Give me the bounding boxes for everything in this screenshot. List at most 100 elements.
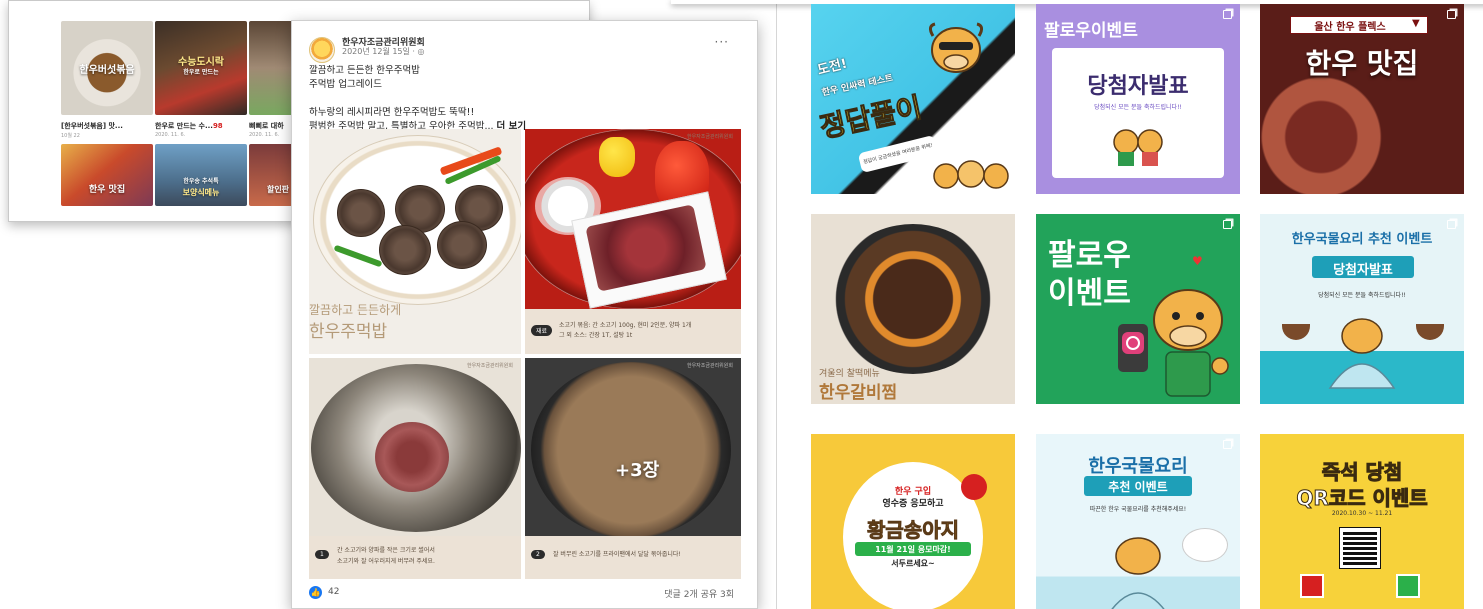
- facebook-post-card: 한우자조금관리위원회 2020년 12월 15일 · ◎ ··· 깔끔하고 든든…: [291, 20, 758, 609]
- globe-icon: ◎: [417, 47, 425, 56]
- instagram-feed-grid: 도전! 한우 인싸력 테스트 정답풀이 정답이 궁금하셨을 여러분을 위해! 팔…: [671, 0, 1483, 609]
- blog-card-beef-mushroom[interactable]: 한우버섯볶음: [61, 21, 153, 115]
- post-headline: 추천 이벤트: [1108, 480, 1168, 494]
- cow-thumbs-up-icon: [1153, 289, 1229, 397]
- brand-watermark: 한우자조금관리위원회: [686, 363, 733, 369]
- prize-badge-icon: [961, 474, 987, 500]
- qr-code-icon: [1339, 527, 1381, 569]
- brand-watermark: 한우자조금관리위원회: [466, 363, 513, 369]
- photo-overlay-line2: 한우주먹밥: [309, 322, 388, 342]
- post-top-text: 도전!: [816, 56, 849, 79]
- rice-ball: [437, 221, 487, 269]
- photo-overlay-line1: 깔끔하고 든든하게: [309, 303, 402, 317]
- blog-card-date: 2020. 11. 6.: [249, 132, 280, 138]
- page-avatar[interactable]: [309, 37, 335, 63]
- post-photo-ingredients[interactable]: 재료 소고기 볶음: 간 소고기 100g, 현미 2인분, 양파 1개 그 외…: [525, 129, 741, 354]
- ig-post-follow-winners[interactable]: 팔로우이벤트 당첨자발표 당첨되신 모든 분들 축하드립니다!!: [1036, 4, 1240, 194]
- post-headline: 당첨자발표: [1087, 74, 1189, 99]
- post-top-text: 한우국물요리 추천 이벤트: [1291, 232, 1433, 247]
- blog-card-title[interactable]: 한우로 만드는 수...98: [155, 121, 247, 131]
- caption-line2: 소고기와 잘 어우러지게 버무려 주세요.: [337, 558, 435, 565]
- ig-post-soup-recommend[interactable]: 한우국물요리 추천 이벤트 따끈한 한우 국물요리를 추천해주세요!: [1036, 434, 1240, 609]
- card-overlay-text: 보양식메뉴: [182, 188, 220, 197]
- post-top-text: 한우국물요리: [1088, 456, 1188, 477]
- like-thumb-icon[interactable]: 👍: [309, 586, 322, 599]
- blog-card-title-text: 한우로 만드는 수...: [155, 122, 213, 130]
- blog-card-date: 2020. 11. 6.: [155, 132, 186, 138]
- ig-post-soup-winners[interactable]: 한우국물요리 추천 이벤트 당첨자발표 당첨되신 모든 분들 축하드립니다!!: [1260, 214, 1464, 404]
- ig-post-golden-calf[interactable]: 한우 구입 영수증 응모하고 황금송아지 11월 21일 응모마감! 서두르세요…: [811, 434, 1015, 609]
- chevron-down-icon: ▼: [1412, 18, 1420, 29]
- rice-ball: [337, 189, 385, 237]
- comments-shares-count[interactable]: 댓글 2개 공유 3회: [664, 587, 734, 600]
- post-text-line: [309, 92, 526, 106]
- post-photo-grid: 깔끔하고 든든하게 한우주먹밥 재료 소고기 볶음: 간 소고기 100g, 현…: [309, 129, 741, 579]
- step-badge: 2: [531, 550, 545, 559]
- cow-blanket-icon: [1111, 537, 1165, 609]
- post-text-line: 깔끔하고 든든한 한우주먹밥: [309, 65, 420, 76]
- photo-caption-bar: 1 간 소고기와 양파를 작은 크기로 썰어서 소고기와 잘 어우러지게 버무려…: [309, 536, 521, 579]
- ig-post-quiz-answer[interactable]: 도전! 한우 인싸력 테스트 정답풀이 정답이 궁금하셨을 여러분을 위해!: [811, 4, 1015, 194]
- post-photo-rice-balls[interactable]: 깔끔하고 든든하게 한우주먹밥: [309, 129, 521, 354]
- caption-badge: 재료: [531, 325, 553, 336]
- ground-beef: [375, 422, 449, 492]
- multi-photo-icon: [1447, 10, 1456, 19]
- post-headline: QR코드 이벤트: [1296, 486, 1428, 511]
- post-text-line: 하누랑의 레시피라면 한우주먹밥도 뚝딱!!: [309, 107, 475, 118]
- yellow-pepper: [599, 137, 635, 177]
- galbijjim-bowl: [829, 224, 997, 374]
- post-photo-frying-pan[interactable]: +3장 2 잘 버무린 소고기를 프라이팬에서 달달 볶아줍니다! 한우자조금관…: [525, 358, 741, 579]
- like-count[interactable]: 42: [328, 587, 339, 597]
- blog-card-health-food[interactable]: 한우송 추석특 보양식메뉴: [155, 144, 247, 206]
- post-date[interactable]: 2020년 12월 15일 ·: [342, 47, 418, 56]
- heart-icon: ♥: [1192, 254, 1203, 268]
- post-line2: 영수증 응모하고: [882, 499, 944, 509]
- card-overlay-subtext: 한우송 추석특: [183, 178, 219, 185]
- post-top-text: 즉석 당첨: [1321, 460, 1403, 485]
- photo-caption-bar: 2 잘 버무린 소고기를 프라이팬에서 달달 볶아줍니다!: [525, 536, 741, 579]
- blog-card-hanwoo-restaurant[interactable]: 한우 맛집: [61, 144, 153, 206]
- card-overlay-text: 수능도시락: [178, 57, 224, 68]
- multi-photo-icon: [1447, 220, 1456, 229]
- brand-watermark: 한우자조금관리위원회: [686, 134, 733, 140]
- post-footer: 👍 42 댓글 2개 공유 3회: [309, 583, 740, 603]
- cow-couple-icon: [1113, 129, 1163, 166]
- ig-post-qr-event[interactable]: 즉석 당첨 QR코드 이벤트 2020.10.30 ~ 11.21: [1260, 434, 1464, 609]
- rice-ball: [379, 225, 431, 275]
- caption-line1: 간 소고기와 양파를 작은 크기로 썰어서: [337, 547, 435, 554]
- more-options-button[interactable]: ···: [715, 35, 729, 49]
- post-headline-line2: 이벤트: [1048, 276, 1131, 311]
- blog-card-lunchbox[interactable]: 수능도시락 한우로 만드는: [155, 21, 247, 115]
- post-top-text: 팔로우이벤트: [1044, 21, 1138, 41]
- post-headline: 한우갈비찜: [819, 383, 898, 403]
- caption-line1: 잘 버무린 소고기를 프라이팬에서 달달 볶아줍니다!: [553, 551, 681, 558]
- step-badge: 1: [315, 550, 329, 559]
- post-subtitle-2: 서두르세요~: [891, 559, 935, 568]
- blog-card-title[interactable]: [한우버섯볶음] 맛...: [61, 121, 153, 131]
- ig-post-ulsan-restaurant[interactable]: 울산 한우 플렉스 ▼ 한우 맛집: [1260, 4, 1464, 194]
- soup-bowl-icon: [1282, 324, 1310, 340]
- post-headline: 황금송아지: [867, 518, 960, 543]
- caption-line1: 소고기 볶음: 간 소고기 100g, 현미 2인분, 양파 1개: [559, 322, 692, 329]
- ig-post-follow-event[interactable]: 팔로우 이벤트 ♥: [1036, 214, 1240, 404]
- post-subtitle: 따끈한 한우 국물요리를 추천해주세요!: [1089, 506, 1187, 513]
- gift-icon: [1396, 574, 1420, 598]
- post-photo-mixing-bowl[interactable]: 1 간 소고기와 양파를 작은 크기로 썰어서 소고기와 잘 어우러지게 버무려…: [309, 358, 521, 579]
- speech-bubble: [1182, 528, 1228, 562]
- soup-bowl-icon: [1416, 324, 1444, 340]
- ig-post-galbijjim[interactable]: 겨울의 찰떡메뉴 한우갈비찜: [811, 214, 1015, 404]
- cow-family-icon: [933, 160, 1009, 189]
- post-subtitle: 당첨되신 모든 분들 축하드립니다!!: [1318, 292, 1406, 299]
- card-overlay-text: 한우 맛집: [88, 185, 126, 195]
- post-top-text: 울산 한우 플렉스: [1314, 22, 1386, 33]
- post-subtitle: 2020.10.30 ~ 11.21: [1331, 510, 1393, 517]
- post-subtitle: 11월 21일 응모마감!: [875, 545, 951, 554]
- screenshot-collage: 한우버섯볶음 [한우버섯볶음] 맛... 10월 22 수능도시락 한우로 만드…: [0, 0, 1483, 609]
- caption-line2: 그 외 소스: 간장 1T, 설탕 1t: [559, 332, 633, 339]
- post-headline: 당첨자발표: [1333, 263, 1393, 278]
- post-body-text: 깔끔하고 든든한 한우주먹밥 주먹밥 업그레이드 하누랑의 레시피라면 한우주먹…: [309, 64, 526, 134]
- cow-mascot-icon: [928, 22, 984, 73]
- more-photos-count[interactable]: +3장: [615, 456, 659, 482]
- post-meta: 2020년 12월 15일 · ◎: [342, 46, 425, 57]
- speech-bubble: 정답이 궁금하셨을 여러분을 위해!: [857, 134, 939, 174]
